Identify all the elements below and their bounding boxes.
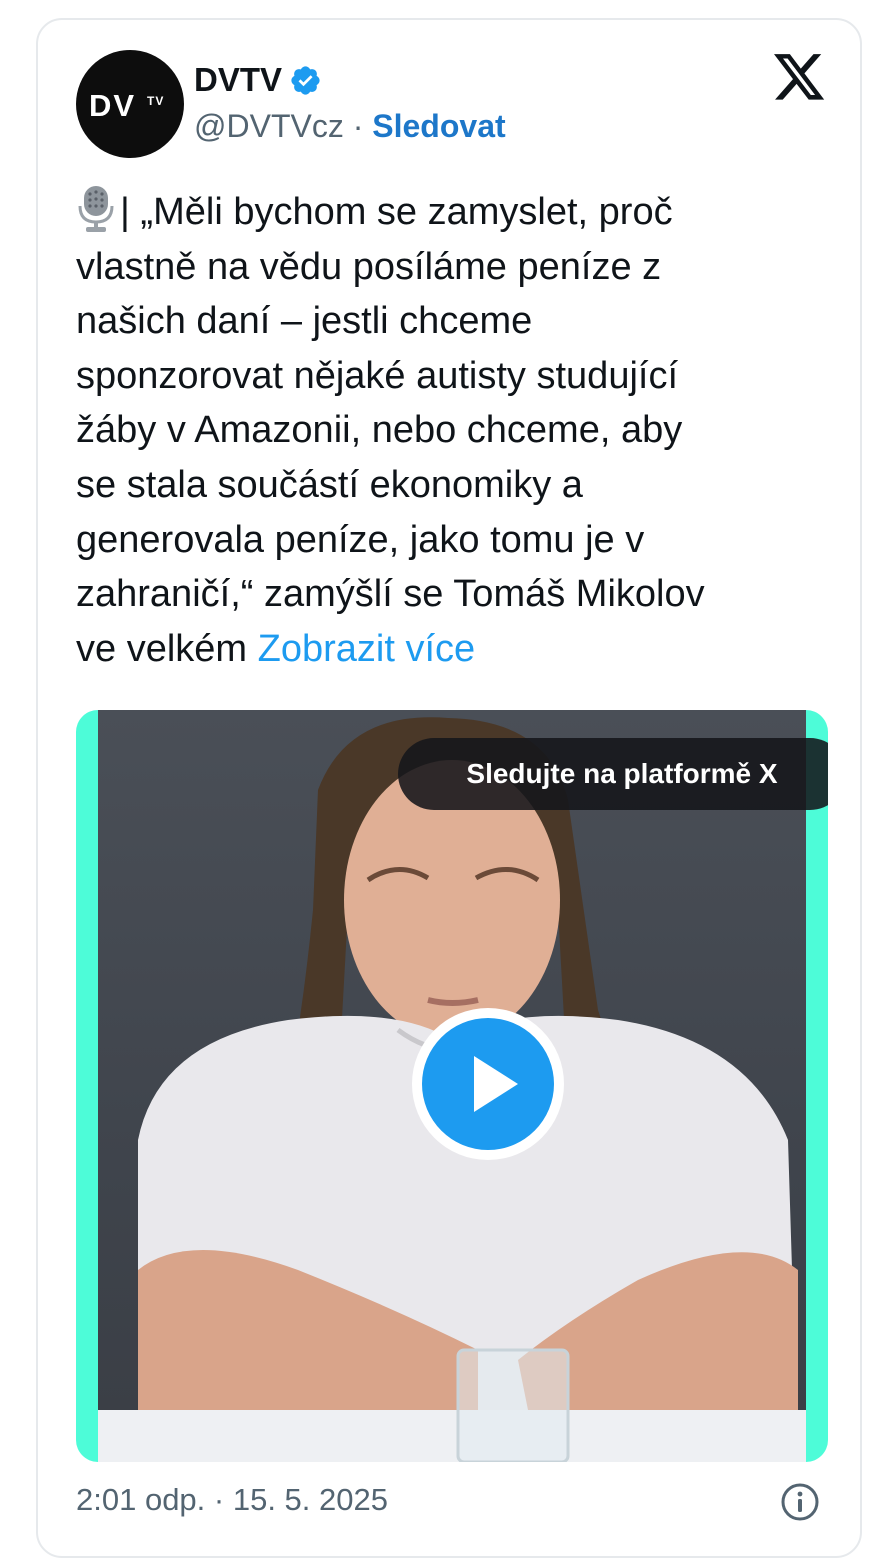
- show-more-link[interactable]: Zobrazit více: [258, 628, 476, 670]
- x-logo-icon[interactable]: [774, 54, 826, 102]
- microphone-icon: [78, 186, 114, 232]
- handle-separator: ·: [343, 108, 373, 144]
- author-handle[interactable]: @DVTVcz: [194, 108, 344, 144]
- avatar[interactable]: DV TV: [76, 50, 184, 158]
- follow-button[interactable]: Sledovat: [372, 108, 505, 144]
- video-player[interactable]: Sledujte na platformě X: [76, 710, 828, 1462]
- tweet-text-line: ve velkém Zobrazit více: [76, 627, 476, 670]
- tweet-card: DV TV DVTV @DVTVcz · Sledovat | „Měli by…: [36, 18, 862, 1558]
- avatar-logo-text: DV: [89, 88, 137, 123]
- avatar-logo-superscript: TV: [147, 94, 165, 108]
- play-icon: [474, 1056, 518, 1112]
- author-handle-row: @DVTVcz · Sledovat: [194, 108, 506, 145]
- tweet-text-line: | „Měli bychom se zamyslet, proč: [76, 184, 836, 240]
- tweet-text-line: vlastně na vědu posíláme peníze z: [76, 245, 662, 288]
- play-button-circle: [422, 1018, 554, 1150]
- watch-on-x-button[interactable]: Sledujte na platformě X: [398, 738, 828, 810]
- tweet-text-line: žáby v Amazonii, nebo chceme, aby: [76, 409, 683, 452]
- tweet-text: | „Měli bychom se zamyslet, proč vlastně…: [76, 184, 836, 676]
- tweet-text-line: generovala peníze, jako tomu je v: [76, 518, 645, 561]
- tweet-timestamp[interactable]: 2:01 odp. · 15. 5. 2025: [76, 1482, 388, 1518]
- tweet-text-line: sponzorovat nějaké autisty studující: [76, 354, 679, 397]
- author-name-row: DVTV: [194, 60, 322, 100]
- verified-badge-icon: [291, 65, 320, 95]
- tweet-text-line: zahraničí,“ zamýšlí se Tomáš Mikolov: [76, 573, 705, 616]
- play-button[interactable]: [412, 1008, 564, 1160]
- tweet-text-line: se stala součástí ekonomiky a: [76, 463, 583, 506]
- author-display-name[interactable]: DVTV: [194, 61, 282, 99]
- tweet-text-line: našich daní – jestli chceme: [76, 300, 533, 343]
- info-icon[interactable]: [780, 1482, 820, 1522]
